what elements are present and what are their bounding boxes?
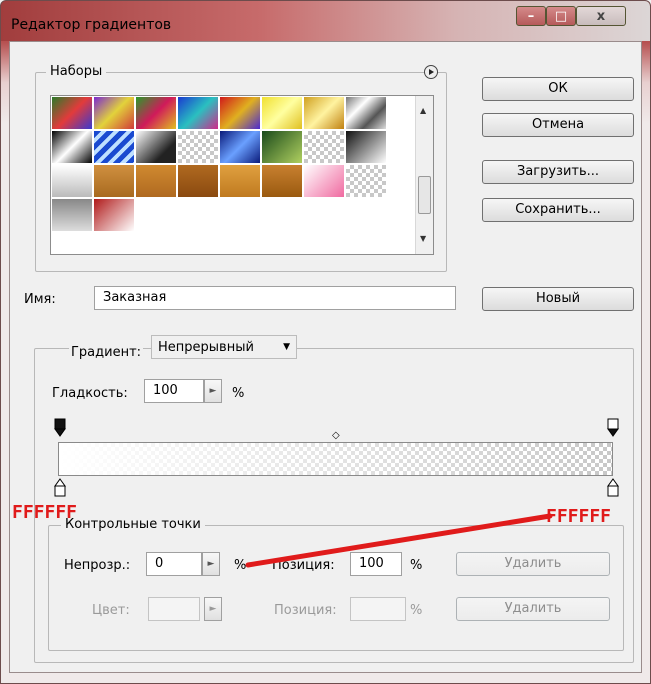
close-icon: x (596, 8, 606, 24)
title-bar: Редактор градиентов – □ x (1, 1, 650, 41)
maximize-icon: □ (554, 8, 568, 24)
gradient-editor-window: Редактор градиентов – □ x Наборы ▲ ▼ ОК … (0, 0, 651, 684)
maximize-button[interactable]: □ (546, 6, 576, 26)
close-button[interactable]: x (576, 6, 626, 26)
dialog-body: Наборы ▲ ▼ ОК Отмена Загрузить... Сохран… (9, 41, 642, 673)
annotation-arrow-line (245, 513, 553, 568)
minimize-icon: – (527, 8, 535, 24)
minimize-button[interactable]: – (516, 6, 546, 26)
window-title: Редактор градиентов (11, 17, 172, 33)
